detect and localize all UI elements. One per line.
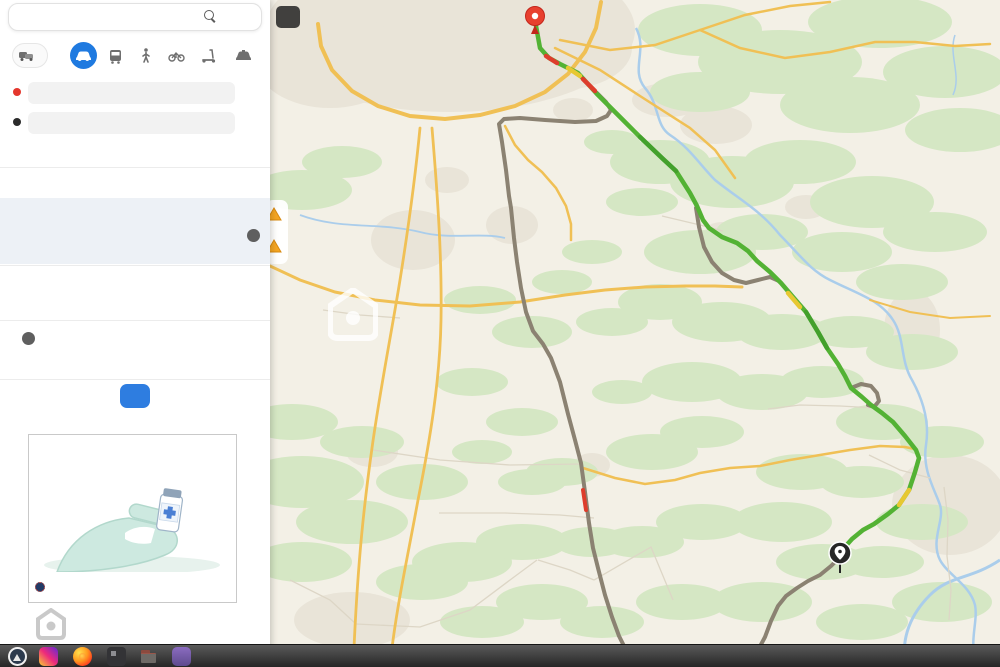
ad-vaccine-illustration <box>44 488 220 572</box>
car-icon <box>76 51 91 61</box>
mode-pedestrian-button[interactable] <box>136 46 156 66</box>
report-error-icon <box>247 229 260 242</box>
ad-bottom-row <box>35 574 230 596</box>
route-form-links <box>10 144 260 160</box>
sidebar-collapse-button[interactable] <box>276 6 300 28</box>
bus-icon <box>109 49 121 64</box>
routes-sidebar <box>0 0 270 667</box>
toll-road-icon <box>22 332 35 345</box>
taskbar-files-icon[interactable] <box>139 647 158 666</box>
route-point-a-bullet <box>13 88 21 96</box>
bike-icon <box>167 51 185 62</box>
route-option-1[interactable] <box>0 198 270 264</box>
taskbar-viber-icon[interactable] <box>172 647 191 666</box>
route-point-b-bullet <box>13 118 21 126</box>
divider <box>0 379 270 380</box>
taxi-icon <box>235 50 251 60</box>
search-bar[interactable] <box>8 3 262 31</box>
taskbar <box>0 644 1000 667</box>
yandex-maps-app <box>0 0 1000 667</box>
mode-all-button[interactable] <box>12 43 48 68</box>
pedestrian-icon <box>142 48 150 63</box>
taskbar-browser-icon[interactable] <box>8 647 27 666</box>
domclick-logo-icon <box>36 608 66 640</box>
ad-banner[interactable] <box>28 434 237 603</box>
transport-mode-row <box>0 40 270 74</box>
search-icon[interactable] <box>204 10 217 23</box>
taskbar-instagram-icon[interactable] <box>39 647 58 666</box>
scooter-icon <box>201 49 215 63</box>
mode-car-button-active[interactable] <box>70 42 97 69</box>
roadwork-warnings[interactable] <box>266 200 288 264</box>
domclick-watermark <box>36 608 74 640</box>
ad-brand <box>35 582 45 594</box>
route-option-3[interactable] <box>0 322 270 378</box>
mode-bike-button[interactable] <box>166 46 186 66</box>
divider <box>0 167 270 168</box>
taskbar-firefox-icon[interactable] <box>73 647 92 666</box>
all-modes-icon <box>19 51 33 61</box>
params-row <box>10 176 260 192</box>
map-canvas[interactable] <box>240 0 1000 667</box>
route-to-input[interactable] <box>28 112 235 134</box>
virus-icon <box>35 582 45 592</box>
report-error-button[interactable] <box>243 229 260 243</box>
route-from-input[interactable] <box>28 82 235 104</box>
mode-taxi-button[interactable] <box>233 46 253 66</box>
mode-bus-button[interactable] <box>105 46 125 66</box>
mode-scooter-button[interactable] <box>198 46 218 66</box>
divider <box>0 320 270 321</box>
route-option-2[interactable] <box>0 266 270 318</box>
more-variants-button[interactable] <box>120 384 150 408</box>
map-svg[interactable] <box>240 0 1000 667</box>
taskbar-terminal-icon[interactable] <box>107 647 126 666</box>
